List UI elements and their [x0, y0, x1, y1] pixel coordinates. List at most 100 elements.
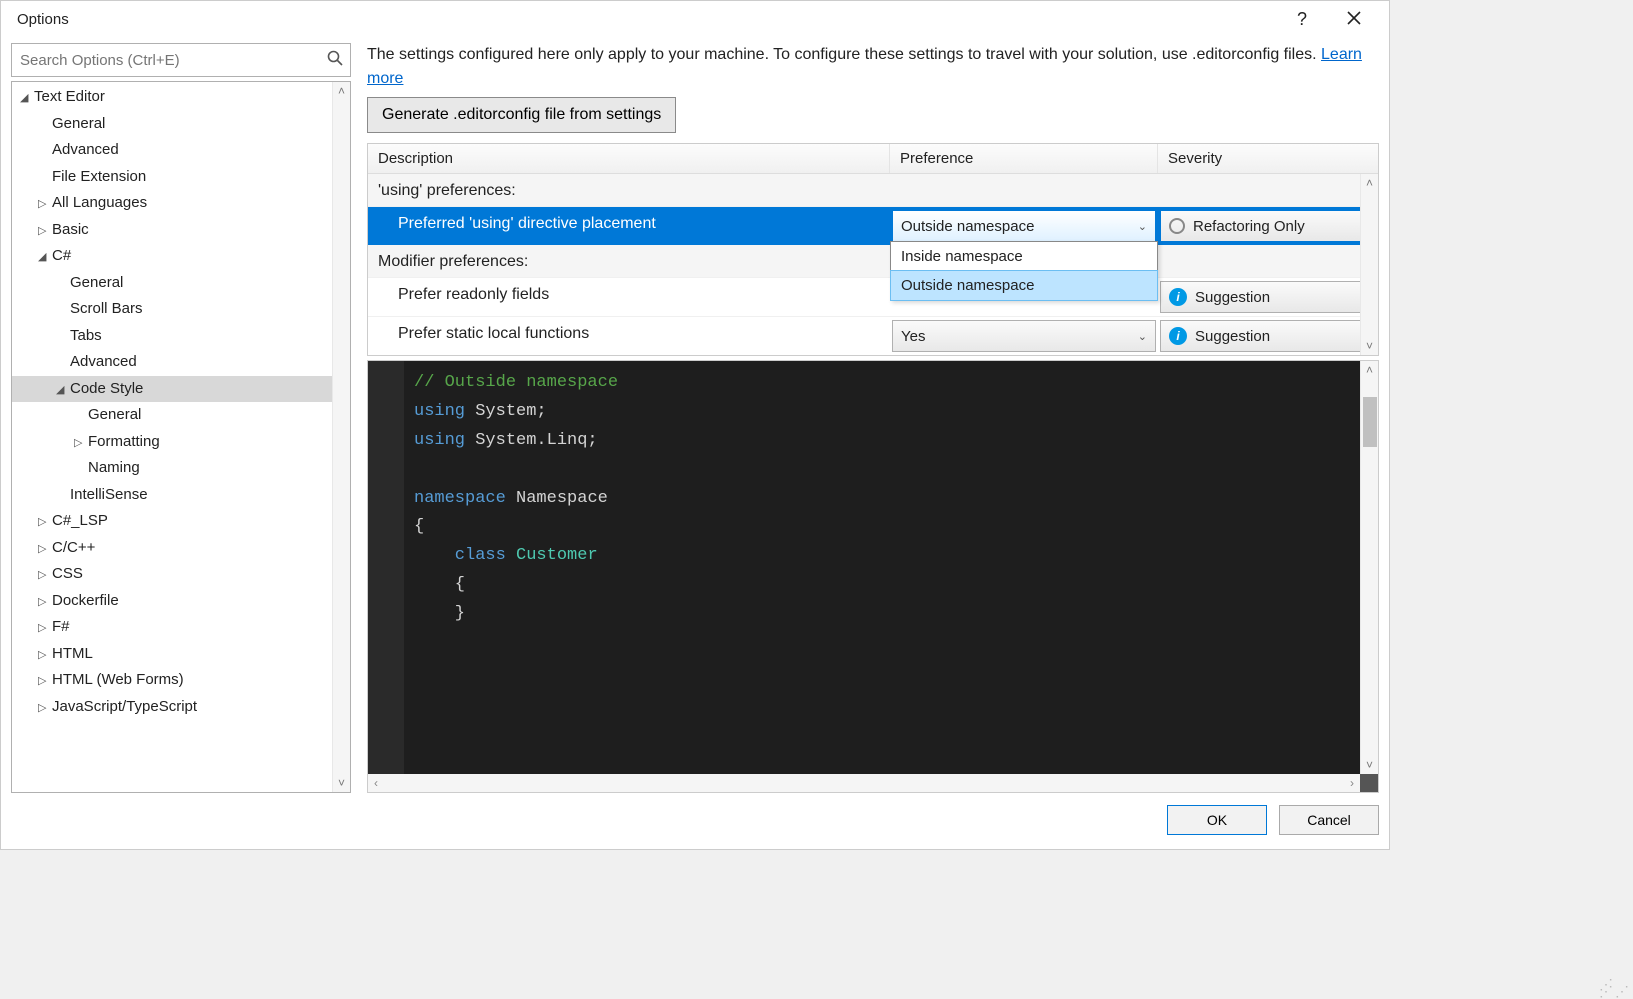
tree-item-html[interactable]: ▷HTML [12, 641, 350, 668]
tree-item-text-editor[interactable]: ◢Text Editor [12, 84, 350, 111]
resize-grip[interactable]: ⋰⋰⋰ [1599, 981, 1631, 995]
severity-dropdown-using[interactable]: Refactoring Only ⌄ [1160, 210, 1376, 242]
refactor-only-icon [1169, 218, 1185, 234]
tree-item-label: IntelliSense [70, 486, 148, 503]
tree-item-label: HTML [52, 645, 93, 662]
tree-item-advanced[interactable]: Advanced [12, 349, 350, 376]
tree-item-naming[interactable]: Naming [12, 455, 350, 482]
cancel-button[interactable]: Cancel [1279, 805, 1379, 835]
preference-dropdown-popup[interactable]: Inside namespace Outside namespace [890, 241, 1158, 301]
tree-item-c-lsp[interactable]: ▷C#_LSP [12, 508, 350, 535]
tree-caret-icon: ▷ [38, 196, 50, 213]
tree-item-advanced[interactable]: Advanced [12, 137, 350, 164]
scroll-up-icon[interactable]: ˄ [1366, 174, 1373, 192]
tree-scrollbar[interactable]: ˄ ˅ [332, 82, 350, 792]
tree-item-javascript-typescript[interactable]: ▷JavaScript/TypeScript [12, 694, 350, 721]
titlebar: Options ? [1, 1, 1389, 37]
tree-caret-icon: ▷ [38, 620, 50, 637]
grid-scrollbar[interactable]: ˄ ˅ [1360, 174, 1378, 355]
scroll-down-icon[interactable]: ˅ [1366, 756, 1373, 774]
tree-item-code-style[interactable]: ◢Code Style [12, 376, 350, 403]
tree-caret-icon: ▷ [74, 435, 86, 452]
chevron-down-icon: ⌄ [1138, 330, 1147, 343]
tree-item-label: File Extension [52, 168, 146, 185]
ok-button[interactable]: OK [1167, 805, 1267, 835]
tree-item-label: C/C++ [52, 539, 95, 556]
tree-item-file-extension[interactable]: File Extension [12, 164, 350, 191]
search-input[interactable] [11, 43, 351, 77]
code-style-grid: Description Preference Severity 'using' … [367, 143, 1379, 356]
scroll-up-icon[interactable]: ˄ [1366, 361, 1373, 379]
tree-item-all-languages[interactable]: ▷All Languages [12, 190, 350, 217]
options-dialog: Options ? ◢Text EditorGeneralAdvancedFil… [0, 0, 1390, 850]
tree-item-scroll-bars[interactable]: Scroll Bars [12, 296, 350, 323]
tree-caret-icon: ◢ [20, 90, 32, 107]
group-modifier-preferences: Modifier preferences: [368, 245, 1378, 277]
options-tree[interactable]: ◢Text EditorGeneralAdvancedFile Extensio… [11, 81, 351, 793]
row-prefer-readonly[interactable]: Prefer readonly fields i Suggestion ⌄ [368, 277, 1378, 316]
tree-item-c-c-[interactable]: ▷C/C++ [12, 535, 350, 562]
tree-caret-icon: ▷ [38, 514, 50, 531]
header-severity[interactable]: Severity [1158, 144, 1378, 173]
preference-dropdown-static-local[interactable]: Yes ⌄ [892, 320, 1156, 352]
tree-item-label: Advanced [70, 353, 137, 370]
code-scrollbar-vertical[interactable]: ˄ ˅ [1360, 361, 1378, 774]
tree-item-label: Dockerfile [52, 592, 119, 609]
tree-caret-icon: ▷ [38, 647, 50, 664]
tree-item-html-web-forms-[interactable]: ▷HTML (Web Forms) [12, 667, 350, 694]
severity-dropdown-readonly[interactable]: i Suggestion ⌄ [1160, 281, 1376, 313]
tree-item-label: Tabs [70, 327, 102, 344]
desc-static-local: Prefer static local functions [368, 317, 890, 355]
dropdown-option-inside-namespace[interactable]: Inside namespace [891, 242, 1157, 271]
tree-item-label: F# [52, 618, 70, 635]
tree-item-f-[interactable]: ▷F# [12, 614, 350, 641]
tree-item-intellisense[interactable]: IntelliSense [12, 482, 350, 509]
tree-item-formatting[interactable]: ▷Formatting [12, 429, 350, 456]
tree-item-label: Text Editor [34, 88, 105, 105]
header-description[interactable]: Description [368, 144, 890, 173]
severity-dropdown-static-local[interactable]: i Suggestion ⌄ [1160, 320, 1376, 352]
tree-item-label: Code Style [70, 380, 143, 397]
preference-dropdown-using[interactable]: Outside namespace ⌄ [892, 210, 1156, 242]
scroll-left-icon[interactable]: ‹ [368, 776, 384, 790]
suggestion-icon: i [1169, 327, 1187, 345]
row-using-directive-placement[interactable]: Preferred 'using' directive placement Ou… [368, 206, 1378, 245]
tree-item-basic[interactable]: ▷Basic [12, 217, 350, 244]
search-icon[interactable] [327, 50, 343, 70]
tree-item-tabs[interactable]: Tabs [12, 323, 350, 350]
tree-item-label: Advanced [52, 141, 119, 158]
help-button[interactable]: ? [1297, 9, 1307, 30]
window-title: Options [9, 11, 69, 28]
tree-item-label: HTML (Web Forms) [52, 671, 184, 688]
tree-item-label: Formatting [88, 433, 160, 450]
tree-item-c-[interactable]: ◢C# [12, 243, 350, 270]
header-preference[interactable]: Preference [890, 144, 1158, 173]
scroll-down-icon[interactable]: ˅ [338, 774, 345, 792]
code-scrollbar-horizontal[interactable]: ‹ › [368, 774, 1378, 792]
generate-editorconfig-button[interactable]: Generate .editorconfig file from setting… [367, 97, 676, 133]
scroll-right-icon[interactable]: › [1344, 776, 1360, 790]
tree-item-general[interactable]: General [12, 111, 350, 138]
scrollbar-corner [1360, 774, 1378, 792]
tree-item-general[interactable]: General [12, 402, 350, 429]
scrollbar-thumb[interactable] [1363, 397, 1377, 447]
scroll-up-icon[interactable]: ˄ [338, 82, 345, 100]
suggestion-icon: i [1169, 288, 1187, 306]
tree-item-label: Naming [88, 459, 140, 476]
code-preview: // Outside namespace using System; using… [367, 360, 1379, 793]
tree-item-label: Basic [52, 221, 89, 238]
tree-caret-icon: ◢ [56, 382, 68, 399]
tree-item-general[interactable]: General [12, 270, 350, 297]
close-icon [1347, 11, 1361, 25]
dropdown-option-outside-namespace[interactable]: Outside namespace [890, 270, 1158, 301]
tree-item-css[interactable]: ▷CSS [12, 561, 350, 588]
close-button[interactable] [1335, 5, 1373, 34]
tree-item-label: General [88, 406, 141, 423]
scroll-down-icon[interactable]: ˅ [1366, 337, 1373, 355]
tree-item-dockerfile[interactable]: ▷Dockerfile [12, 588, 350, 615]
row-prefer-static-local[interactable]: Prefer static local functions Yes ⌄ i Su… [368, 316, 1378, 355]
tree-item-label: JavaScript/TypeScript [52, 698, 197, 715]
tree-caret-icon: ▷ [38, 673, 50, 690]
tree-caret-icon: ▷ [38, 541, 50, 558]
group-using-preferences: 'using' preferences: [368, 174, 1378, 206]
